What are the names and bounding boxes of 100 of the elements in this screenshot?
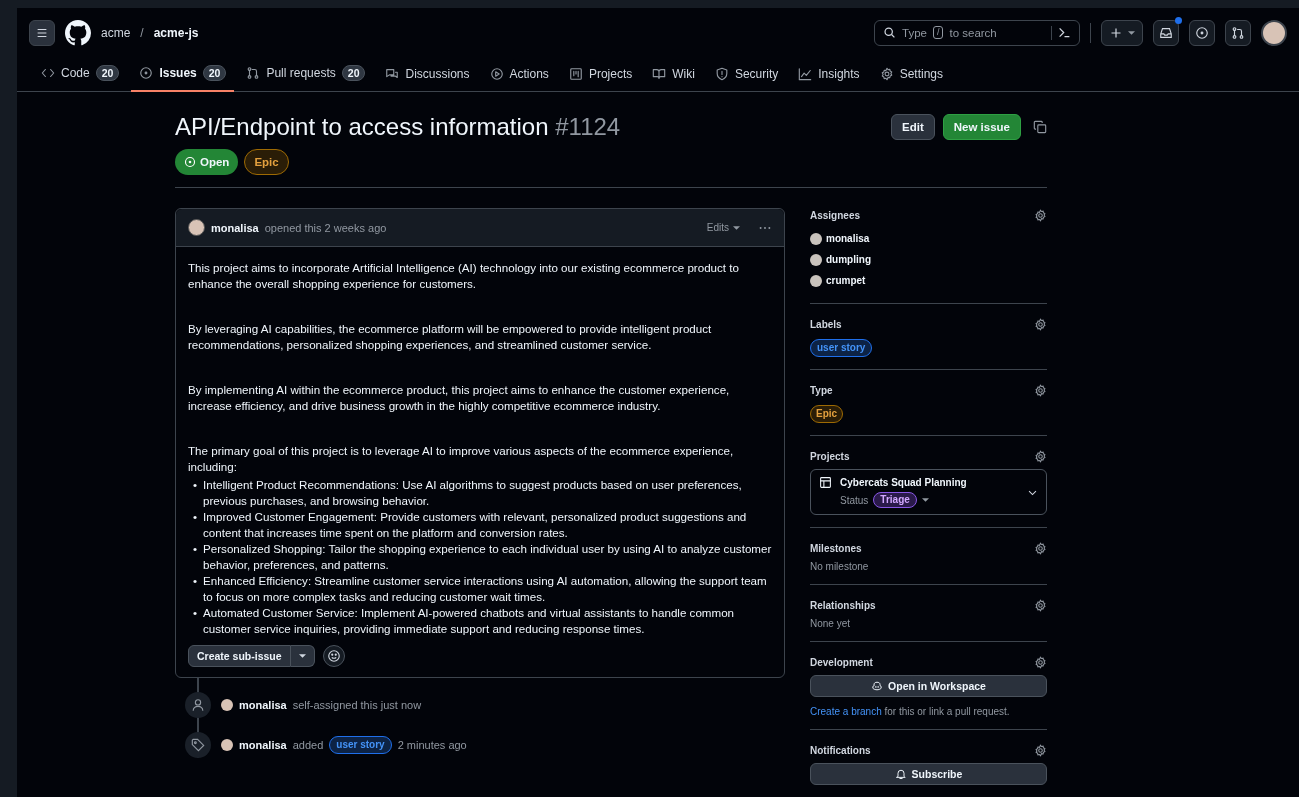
tag-icon — [185, 732, 211, 758]
settings-icon[interactable] — [1034, 383, 1047, 397]
inbox-icon — [1159, 25, 1173, 40]
terminal-icon[interactable] — [1058, 26, 1071, 40]
nav-tab[interactable]: Wiki — [644, 67, 703, 92]
section-title: Type — [810, 384, 833, 396]
settings-icon[interactable] — [1034, 655, 1047, 669]
menu-button[interactable] — [29, 19, 55, 46]
plus-icon — [1109, 26, 1122, 39]
comment-meta: opened this 2 weeks ago — [264, 221, 387, 234]
comment-paragraph: The primary goal of this project is to leverage AI to improve various aspects of the ecommerce experience, including: — [188, 443, 735, 475]
list-item: Personalized Shopping: Tailor the shopping experience to each individual user by using AI to analyze customer behavior, preferences, and patterns. — [203, 541, 772, 573]
section-value: No milestone — [810, 561, 870, 572]
assignee-name[interactable]: monalisa — [826, 233, 870, 244]
section-title: Labels — [810, 318, 842, 330]
avatar — [221, 699, 233, 711]
issue-type-tag: Epic — [244, 149, 289, 175]
list-item: Automated Customer Service: Implement AI-powered chatbots and virtual assistants to handle common customer service inquiries, providing immediate support and reducing response times. — [203, 605, 736, 637]
graph-icon — [798, 67, 813, 81]
subscribe-button[interactable]: Subscribe — [810, 763, 1047, 785]
create-sub-issue-button[interactable]: Create sub-issue — [188, 645, 291, 667]
list-item: Enhanced Efficiency: Streamline customer service interactions using AI automation, allowing the support team to focus on more complex tasks and reducing customer wait times. — [203, 573, 768, 605]
nav-tab[interactable]: Settings — [871, 67, 951, 92]
edit-button[interactable]: Edit — [891, 114, 935, 140]
caret-icon — [921, 498, 929, 502]
issue-icon — [1195, 25, 1209, 40]
avatar — [810, 274, 822, 287]
list-item: Intelligent Product Recommendations: Use AI algorithms to suggest products based on user preferences, previous purchases, and browsing behavior. — [203, 477, 743, 509]
create-branch-link[interactable]: Create a branch — [810, 706, 882, 717]
owner-link[interactable]: acme — [101, 25, 131, 40]
status-tag[interactable]: Triage — [873, 492, 917, 508]
label-tag[interactable]: user story — [329, 736, 392, 754]
label-tag[interactable]: user story — [810, 339, 873, 357]
table-icon — [568, 67, 583, 81]
settings-icon[interactable] — [1034, 449, 1047, 463]
settings-icon[interactable] — [1034, 317, 1047, 331]
discussion-icon — [385, 67, 400, 81]
event-time: 2 minutes ago — [397, 739, 467, 751]
assignee-name[interactable]: crumpet — [826, 275, 866, 286]
settings-icon[interactable] — [1034, 541, 1047, 555]
type-tag[interactable]: Epic — [810, 405, 844, 423]
person-icon — [185, 692, 211, 718]
settings-icon — [879, 67, 894, 81]
nav-tab[interactable]: Pull requests 20 — [238, 65, 374, 92]
pull-requests-button[interactable] — [1225, 19, 1251, 46]
path-separator: / — [140, 25, 144, 40]
list-item: Improved Customer Engagement: Provide customers with relevant, personalized product suggestions and content that increases time spent on the platform and conversion rates. — [203, 509, 748, 541]
author-link[interactable]: monalisa — [211, 221, 259, 234]
section-title: Milestones — [810, 542, 862, 554]
nav-tab[interactable]: Insights — [790, 67, 868, 92]
search-field[interactable]: Type / to search — [874, 19, 1080, 46]
author-link[interactable]: monalisa — [239, 739, 287, 751]
author-link[interactable]: monalisa — [239, 699, 287, 711]
project-name[interactable]: Cybercats Squad Planning — [840, 477, 1019, 488]
bullet-marker: • — [193, 477, 198, 493]
avatar — [810, 253, 822, 266]
section-title: Relationships — [810, 599, 876, 611]
dropdown-button[interactable] — [290, 645, 315, 667]
nav-tab[interactable]: Code 20 — [33, 65, 128, 92]
counter: 20 — [202, 65, 227, 81]
repo-link[interactable]: acme-js — [153, 25, 199, 40]
assignee-name[interactable]: dumpling — [826, 254, 871, 265]
settings-icon[interactable] — [1034, 208, 1047, 222]
caret-icon — [1127, 30, 1135, 35]
caret-icon — [298, 654, 306, 658]
section-title: Projects — [810, 450, 850, 462]
bell-icon — [894, 768, 907, 780]
status-label: Status — [840, 494, 869, 506]
open-in-workspace-button[interactable]: Open in Workspace — [810, 675, 1047, 697]
comment-paragraph: This project aims to incorporate Artificial Intelligence (AI) technology into our existing ecommerce product to enhance the overall shopping experience for customers. — [188, 260, 740, 292]
nav-tab[interactable]: Projects — [560, 67, 641, 92]
bullet-marker: • — [193, 509, 198, 525]
counter: 20 — [341, 65, 366, 81]
nav-tab[interactable]: Actions — [481, 67, 557, 92]
settings-icon[interactable] — [1034, 598, 1047, 612]
nav-tab[interactable]: Discussions — [377, 67, 478, 92]
caret-icon — [733, 225, 740, 230]
issues-button[interactable] — [1189, 19, 1215, 46]
create-new-button[interactable] — [1101, 19, 1143, 46]
settings-icon[interactable] — [1034, 743, 1047, 757]
inbox-button[interactable] — [1153, 19, 1179, 46]
section-title: Development — [810, 656, 873, 668]
user-avatar[interactable] — [1261, 19, 1287, 46]
counter: 20 — [95, 65, 120, 81]
edits-dropdown[interactable]: Edits — [706, 222, 740, 233]
comment-paragraph: By implementing AI within the ecommerce product, this project aims to enhance the customer experience, increase efficiency, and drive business growth in the highly competitive ecommerce industry. — [188, 382, 731, 414]
open-state-badge: Open — [175, 149, 239, 175]
issue-icon — [139, 66, 154, 80]
search-icon — [883, 26, 896, 40]
avatar — [221, 739, 233, 751]
nav-tab[interactable]: Issues 20 — [131, 65, 235, 92]
new-issue-button[interactable]: New issue — [942, 114, 1021, 140]
code-icon — [41, 66, 55, 80]
bullet-marker: • — [193, 605, 198, 621]
nav-tab[interactable]: Security — [706, 67, 787, 92]
smiley-icon[interactable] — [322, 645, 345, 667]
copy-icon[interactable] — [1033, 120, 1047, 134]
octocat-logo-icon[interactable] — [65, 19, 91, 46]
section-value: None yet — [810, 618, 852, 629]
pull-request-icon — [246, 66, 261, 80]
